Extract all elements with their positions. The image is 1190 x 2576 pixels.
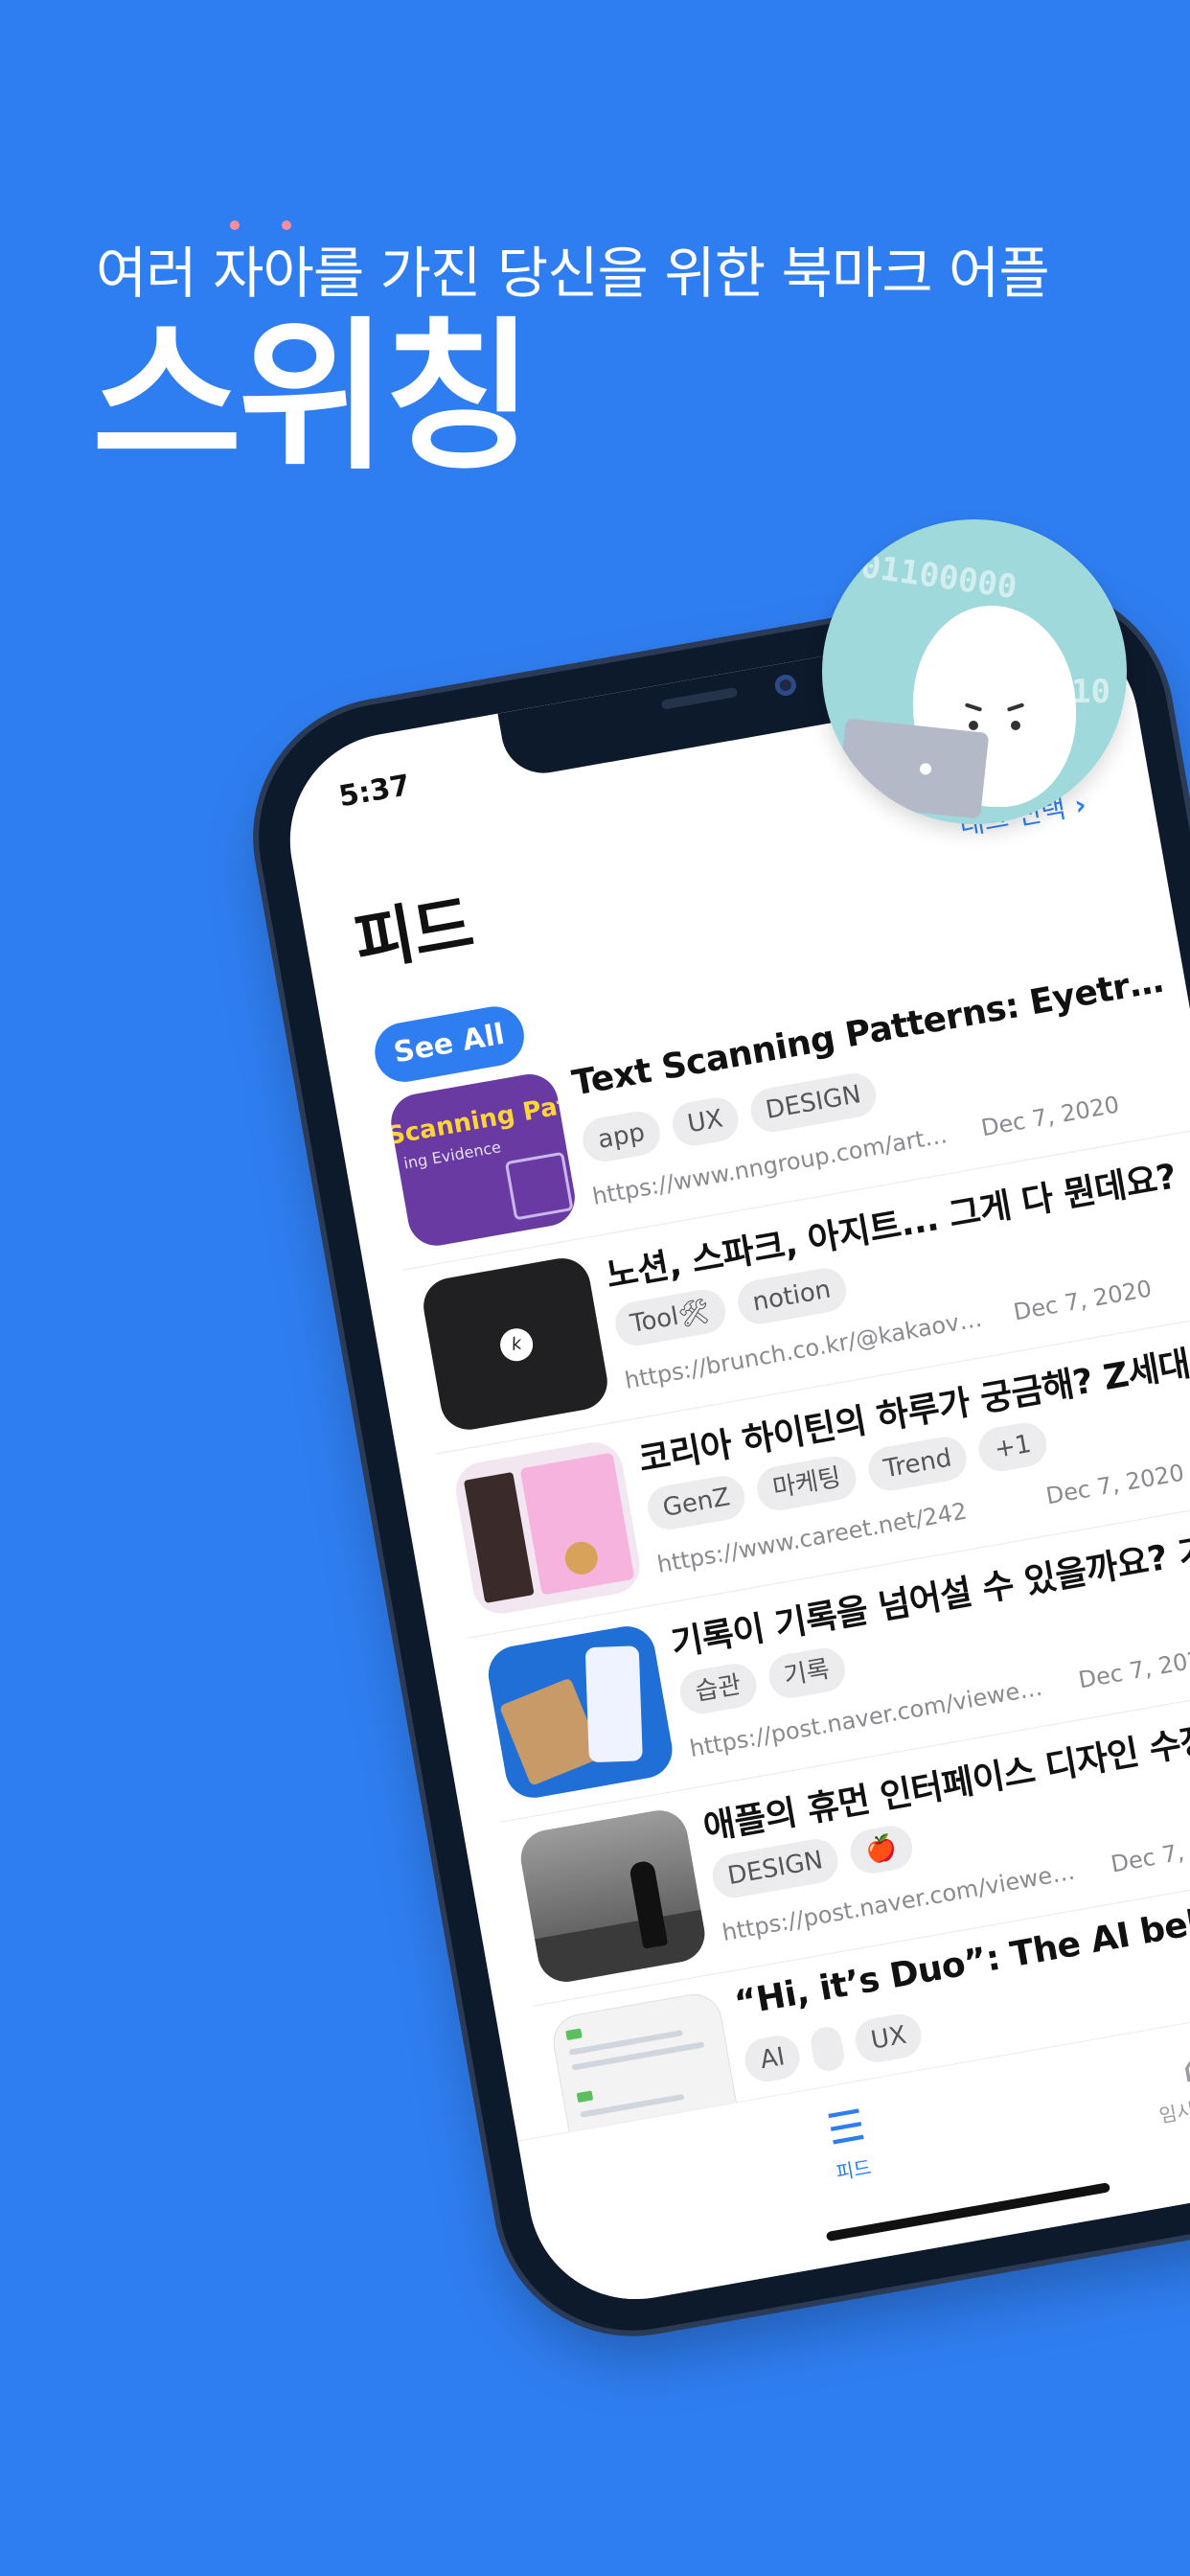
tag-chip[interactable]: UX [669,1093,742,1150]
tag-chip[interactable]: UX [852,2011,926,2066]
tag-chip[interactable]: 🍎 [847,1822,916,1877]
eye [969,721,978,730]
phone-frame: 5:37 피드 태그 선택› See All Scanning Patterns… [238,568,1190,2352]
tag-chip[interactable]: app [579,1108,664,1165]
tag-chip[interactable]: AI [741,2032,804,2085]
inbox-tray-icon: ⌂ [1178,2039,1190,2093]
phone-graphic [584,1645,643,1763]
app-name: 스위칭 [92,303,534,493]
tag-chip[interactable]: Tool🛠 [611,1286,729,1349]
brow [1006,702,1025,712]
phone-screen: 5:37 피드 태그 선택› See All Scanning Patterns… [273,604,1190,2316]
ground-graphic [535,1909,710,1987]
thumbnail-image [484,1622,677,1803]
status-time: 5:37 [336,768,413,815]
brow [964,702,983,712]
item-date: Dec 7, 2020 [1076,1643,1190,1694]
item-title: Text Scanning Patterns: Eyetrack... [569,958,1180,1104]
headline: 여러 자아를 가진 당신을 위한 북마크 어플 [96,241,1050,306]
headline-accent-dot [282,220,291,230]
tag-chip[interactable]: GenZ [644,1472,749,1533]
speaker [660,686,739,710]
item-date: Dec 7, 2020 [1109,1828,1190,1878]
binary-text: 01100000 [858,546,1019,608]
tag-chip[interactable]: 기록 [765,1644,849,1702]
page-title: 피드 [349,886,479,982]
camera-icon [773,673,798,698]
character-avatar: 01100000 10 [822,519,1127,824]
thumb-graphic [504,1151,574,1221]
tab-feed[interactable]: ☰ 피드 [758,2093,941,2197]
thumbnail-image: k [419,1254,612,1435]
tag-chip[interactable]: DESIGN [746,1070,880,1136]
tag-chip[interactable]: 습관 [676,1660,760,1717]
feed-list: Scanning Patterns ing Evidence Text Scan… [370,939,1190,2191]
laptop-icon [836,718,990,819]
eye [1011,721,1020,730]
chevron-right-icon: › [1071,788,1089,822]
thumbnail-image: Scanning Patterns ing Evidence [386,1070,580,1251]
item-date: Dec 7, 2020 [978,1091,1122,1142]
tag-chip[interactable]: notion [734,1265,850,1328]
thumbnail-image [515,1806,710,1987]
phone-mockup: 5:37 피드 태그 선택› See All Scanning Patterns… [238,568,1190,2352]
item-date: Dec 7, 2020 [1043,1459,1186,1510]
headline-accent-dot [230,220,240,230]
tag-chip[interactable] [809,2024,847,2074]
item-date: Dec 7, 2020 [1011,1275,1155,1326]
tag-chip[interactable]: Trend [865,1433,971,1495]
binary-text: 10 [1071,673,1110,711]
tag-chip[interactable]: 마케팅 [754,1453,860,1514]
tag-more-chip[interactable]: +1 [975,1419,1050,1475]
tab-archive[interactable]: ⌂ 임시보관함 [1107,2031,1190,2135]
thumbnail-image [451,1438,645,1619]
logo-icon: k [497,1325,536,1364]
